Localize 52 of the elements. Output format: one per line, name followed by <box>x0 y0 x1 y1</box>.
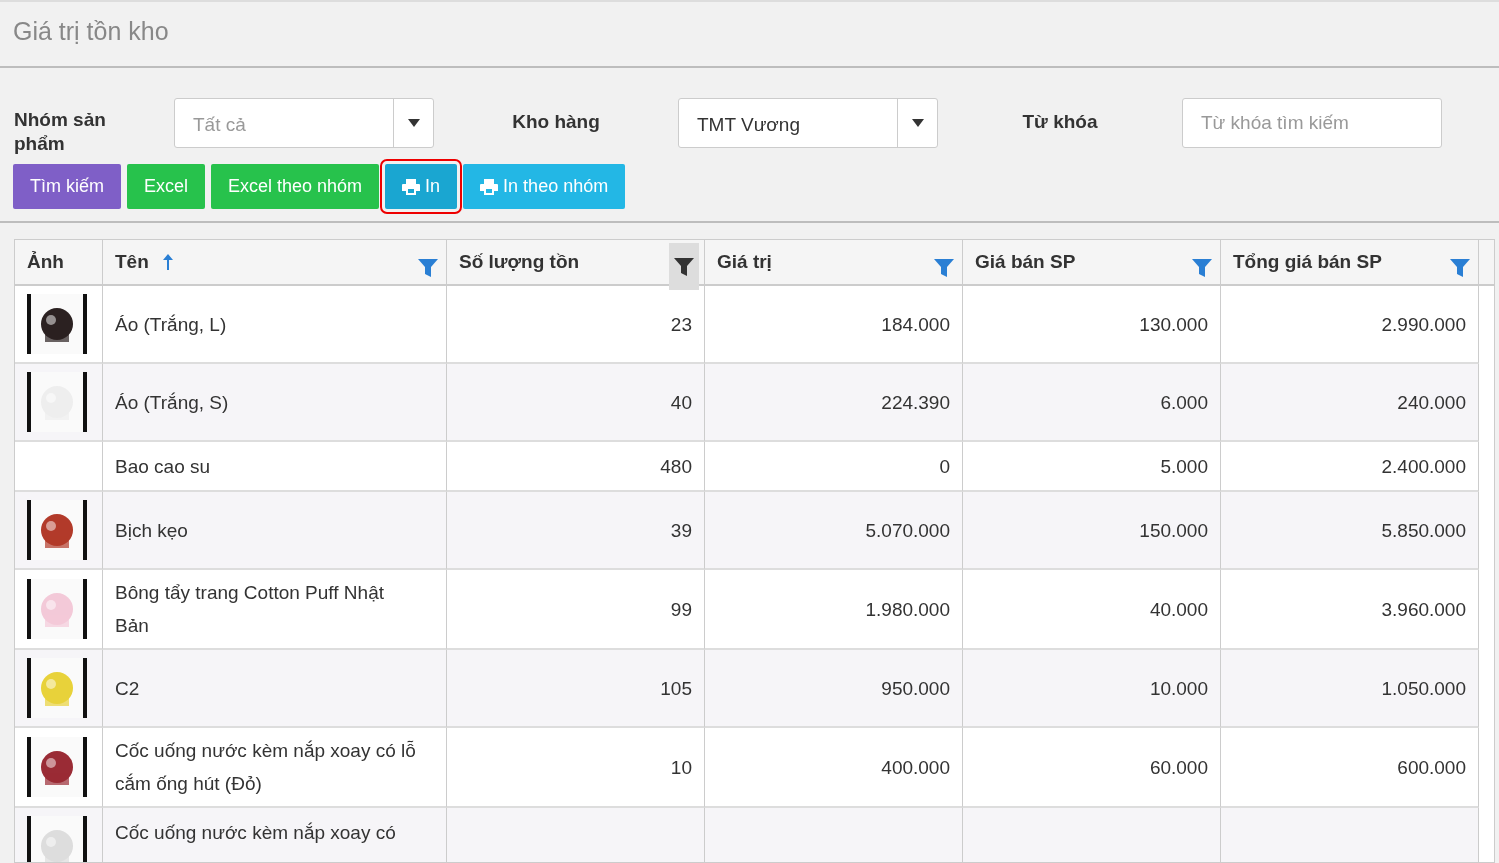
cell-value: 99 <box>670 597 692 622</box>
product-name: Cốc uống nước kèm nắp xoay có lỗ cắm ống hút (Đỏ) <box>115 739 417 796</box>
cell-value: 5.850.000 <box>1381 518 1466 543</box>
column-header[interactable]: Tên <box>115 247 149 277</box>
caret-icon <box>407 119 420 127</box>
cell-value: 2.990.000 <box>1381 312 1466 337</box>
column-header[interactable]: Giá bán SP <box>975 247 1076 277</box>
cell-value: 23 <box>670 312 692 337</box>
dropdown-field[interactable]: TMT Vương <box>678 98 938 148</box>
cell-value: 40.000 <box>1149 597 1208 622</box>
cell-value: 224.390 <box>881 390 950 415</box>
cell-value: 1.050.000 <box>1381 676 1466 701</box>
cell-value: 600.000 <box>1397 755 1466 780</box>
cell-value: 5.000 <box>1160 454 1208 479</box>
filter-icon[interactable] <box>674 258 694 276</box>
cell-value: 40 <box>670 390 692 415</box>
filter-label: Nhóm sản phẩm <box>14 108 107 156</box>
product-name: Áo (Trắng, L) <box>115 312 227 337</box>
column-header[interactable]: Ảnh <box>27 247 64 277</box>
cell-value: 60.000 <box>1149 755 1208 780</box>
search-field[interactable]: Từ khóa tìm kiếm <box>1182 98 1442 148</box>
page-title: Giá trị tồn kho <box>13 16 170 46</box>
product-name: Bịch kẹo <box>115 518 188 543</box>
cell-value: 10.000 <box>1149 676 1208 701</box>
cell-value: 105 <box>660 676 692 701</box>
cell-value: 5.070.000 <box>865 518 950 543</box>
cell-value: 150.000 <box>1139 518 1208 543</box>
cell-value: 10 <box>670 755 692 780</box>
action-button[interactable]: Tìm kiếm <box>13 164 121 209</box>
caret-icon <box>911 119 924 127</box>
product-name: Bông tẩy trang Cotton Puff Nhật Bản <box>115 581 385 638</box>
cell-value: 130.000 <box>1139 312 1208 337</box>
cell-value: 480 <box>660 454 692 479</box>
cell-value: 400.000 <box>881 755 950 780</box>
filter-label: Từ khóa <box>1021 110 1099 134</box>
column-header[interactable]: Giá trị <box>717 247 772 277</box>
cell-value: 3.960.000 <box>1381 597 1466 622</box>
cell-value: 950.000 <box>881 676 950 701</box>
cell-value: 1.980.000 <box>865 597 950 622</box>
column-header[interactable]: Số lượng tồn <box>459 247 580 277</box>
column-header[interactable]: Tổng giá bán SP <box>1233 247 1382 277</box>
product-name: C2 <box>115 676 140 701</box>
cell-value: 240.000 <box>1397 390 1466 415</box>
cell-value: 184.000 <box>881 312 950 337</box>
filter-label: Kho hàng <box>511 110 601 134</box>
cell-value: 2.400.000 <box>1381 454 1466 479</box>
product-name: Bao cao su <box>115 454 211 479</box>
product-name: Cốc uống nước kèm nắp xoay có <box>115 821 396 845</box>
cell-value: 39 <box>670 518 692 543</box>
product-name: Áo (Trắng, S) <box>115 390 229 415</box>
cell-value: 0 <box>939 454 950 479</box>
cell-value: 6.000 <box>1160 390 1208 415</box>
